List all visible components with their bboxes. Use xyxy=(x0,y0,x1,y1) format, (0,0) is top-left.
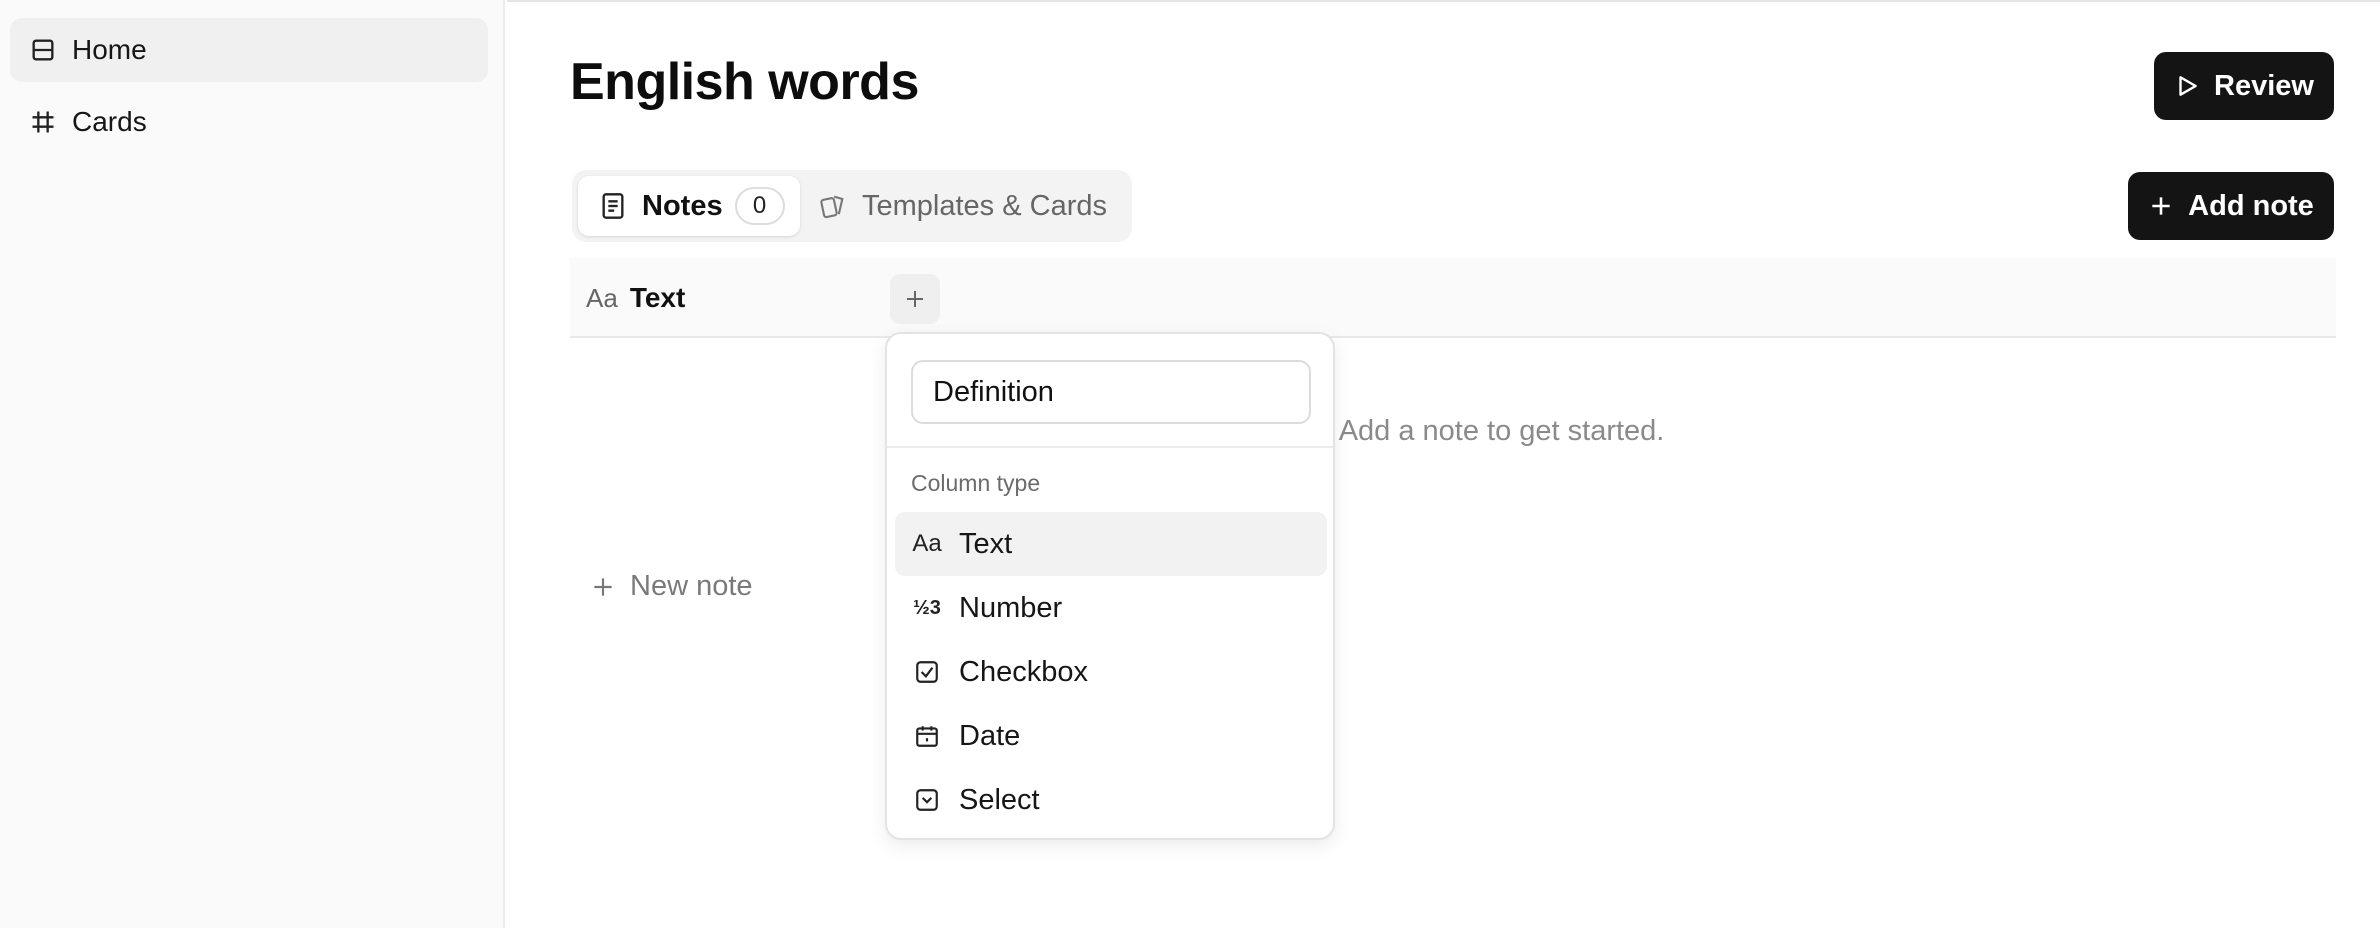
new-note-label: New note xyxy=(630,570,753,602)
new-note-button[interactable]: New note xyxy=(590,570,753,603)
add-column-button[interactable] xyxy=(890,274,940,324)
number-type-icon: ½3 xyxy=(913,596,941,619)
sidebar-item-cards[interactable]: Cards xyxy=(10,90,488,154)
column-type-checkbox[interactable]: Checkbox xyxy=(895,640,1327,704)
column-type-text[interactable]: Aa Text xyxy=(895,512,1327,576)
column-type-date[interactable]: Date xyxy=(895,704,1327,768)
tab-templates-label: Templates & Cards xyxy=(862,189,1107,222)
review-label: Review xyxy=(2214,69,2314,102)
view-tabs: Notes 0 Templates & Cards xyxy=(572,170,1132,242)
column-header-text[interactable]: Aa Text xyxy=(586,258,685,338)
text-type-icon: Aa xyxy=(912,530,942,557)
column-type-select[interactable]: Select xyxy=(895,768,1327,832)
notes-count-badge: 0 xyxy=(734,187,785,225)
select-icon xyxy=(911,784,943,816)
plus-icon xyxy=(594,577,612,596)
sidebar-item-label: Home xyxy=(72,34,147,65)
sidebar-item-label: Cards xyxy=(72,106,147,137)
add-note-label: Add note xyxy=(2188,189,2314,222)
calendar-icon xyxy=(911,720,943,752)
column-type-number[interactable]: ½3 Number xyxy=(895,576,1327,640)
cards-icon xyxy=(818,191,848,221)
layout-icon xyxy=(28,35,58,65)
column-header-label: Text xyxy=(629,282,686,313)
plus-icon xyxy=(2152,197,2170,215)
tab-templates-cards[interactable]: Templates & Cards xyxy=(818,176,1107,236)
text-type-icon: Aa xyxy=(586,282,618,313)
checkbox-icon xyxy=(911,656,943,688)
plus-icon xyxy=(907,291,923,307)
option-label: Text xyxy=(959,527,1013,560)
tab-notes-label: Notes xyxy=(642,189,723,222)
column-name-input[interactable] xyxy=(911,360,1311,424)
popover-divider xyxy=(887,446,1333,448)
table-header: Aa Text xyxy=(570,258,2336,338)
option-label: Checkbox xyxy=(959,655,1088,688)
hash-icon xyxy=(28,107,58,137)
option-label: Date xyxy=(959,719,1021,752)
option-label: Select xyxy=(959,783,1040,816)
document-icon xyxy=(598,191,628,221)
tab-notes[interactable]: Notes 0 xyxy=(578,176,800,236)
page-title: English words xyxy=(570,53,919,111)
add-note-button[interactable]: Add note xyxy=(2128,172,2334,240)
column-type-label: Column type xyxy=(911,470,1041,496)
empty-state-text: et. Add a note to get started. xyxy=(1300,415,1665,447)
review-button[interactable]: Review xyxy=(2154,52,2334,120)
top-divider xyxy=(507,0,2380,2)
sidebar-item-home[interactable]: Home xyxy=(10,18,488,82)
sidebar: Home Cards xyxy=(0,0,505,928)
add-column-popover: Column type Aa Text ½3 Number Checkbox D… xyxy=(885,332,1335,840)
play-icon xyxy=(2179,76,2197,96)
option-label: Number xyxy=(959,591,1063,624)
